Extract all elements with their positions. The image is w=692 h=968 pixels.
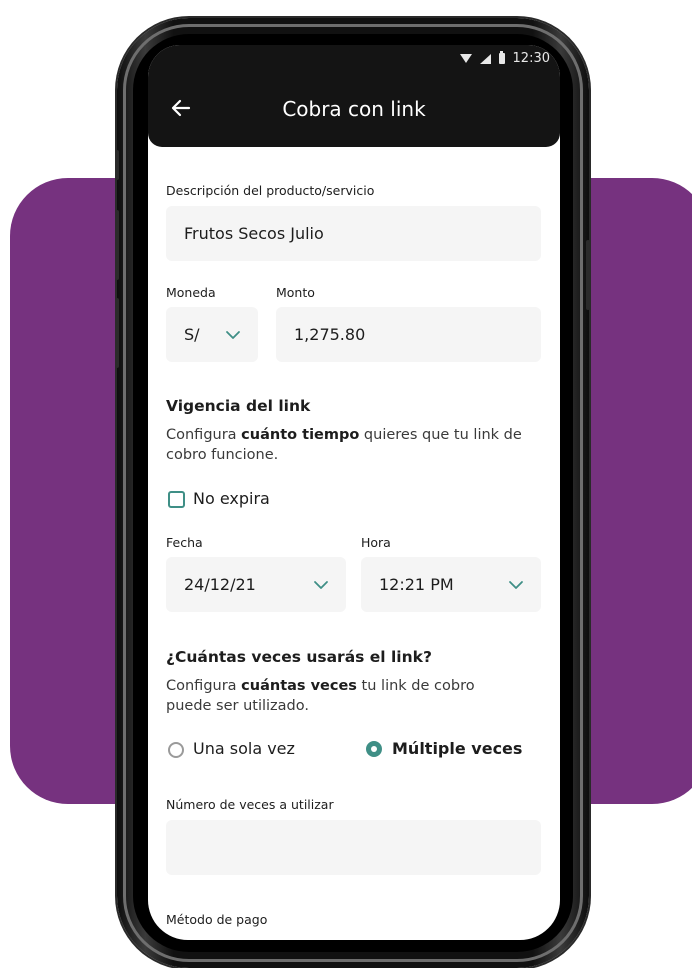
battery-icon	[498, 51, 505, 64]
fecha-label: Fecha	[166, 535, 203, 550]
phone-volume-down-button	[115, 298, 119, 368]
fecha-value: 24/12/21	[184, 575, 256, 594]
chevron-down-icon	[314, 581, 328, 589]
radio-multiple-veces[interactable]	[366, 741, 382, 757]
hora-label: Hora	[361, 535, 391, 550]
vigencia-title: Vigencia del link	[166, 397, 311, 415]
usos-description: Configura cuántas veces tu link de cobro…	[166, 678, 475, 714]
moneda-label: Moneda	[166, 285, 216, 300]
hora-select[interactable]: 12:21 PM	[361, 557, 541, 612]
chevron-down-icon	[226, 331, 240, 339]
page-title: Cobra con link	[282, 97, 426, 121]
phone-volume-up-button	[115, 210, 119, 280]
chevron-down-icon	[509, 581, 523, 589]
numero-veces-input[interactable]	[166, 820, 541, 875]
hora-value: 12:21 PM	[379, 575, 454, 594]
numero-veces-label: Número de veces a utilizar	[166, 797, 334, 812]
descripcion-label: Descripción del producto/servicio	[166, 183, 375, 198]
status-bar: 12:30	[148, 45, 560, 73]
fecha-select[interactable]: 24/12/21	[166, 557, 346, 612]
no-expira-label: No expira	[193, 489, 270, 508]
wifi-icon	[459, 54, 472, 63]
phone-screen: 12:30 Cobra con link Descripción del pro…	[148, 45, 560, 940]
moneda-select[interactable]: S/	[166, 307, 258, 362]
phone-side-button	[115, 150, 119, 180]
moneda-value: S/	[184, 325, 200, 344]
monto-value: 1,275.80	[294, 325, 366, 344]
metodo-pago-label: Método de pago	[166, 912, 268, 927]
vigencia-description: Configura cuánto tiempo quieres que tu l…	[166, 427, 522, 463]
phone-power-button	[586, 240, 590, 310]
radio-una-sola-vez[interactable]	[168, 742, 184, 758]
monto-input[interactable]: 1,275.80	[276, 307, 541, 362]
no-expira-checkbox[interactable]	[168, 491, 185, 508]
usos-title: ¿Cuántas veces usarás el link?	[166, 648, 432, 666]
status-time: 12:30	[512, 51, 550, 66]
descripcion-value: Frutos Secos Julio	[184, 224, 324, 243]
radio-multiple-veces-label: Múltiple veces	[392, 739, 523, 758]
app-bar: Cobra con link	[148, 73, 560, 147]
signal-icon	[479, 53, 491, 64]
radio-una-sola-vez-label: Una sola vez	[193, 739, 295, 758]
descripcion-input[interactable]: Frutos Secos Julio	[166, 206, 541, 261]
monto-label: Monto	[276, 285, 315, 300]
